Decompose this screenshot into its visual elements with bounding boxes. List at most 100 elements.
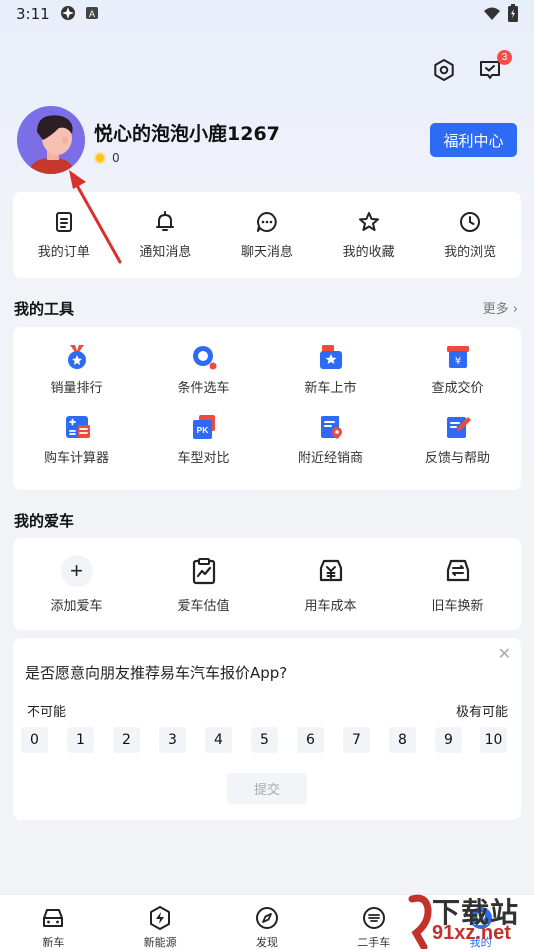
submit-button[interactable]: 提交: [227, 773, 307, 804]
wifi-icon: [483, 6, 501, 25]
my-cars-card: + 添加爱车 爱车估值 用车成本 旧车换新: [13, 538, 521, 630]
tools-section-title: 我的工具: [14, 300, 75, 318]
order-icon: [55, 212, 72, 232]
my-cars-section-title: 我的爱车: [14, 512, 75, 530]
calculator-icon: [65, 416, 90, 438]
plus-icon: +: [60, 554, 93, 587]
survey-card: ✕ 是否愿意向朋友推荐易车汽车报价App? 不可能 极有可能 0 1 2 3 4…: [13, 638, 521, 820]
status-bar: 3:11 A: [0, 0, 534, 28]
car-cost-button[interactable]: 用车成本: [267, 555, 394, 614]
quick-link-label: 我的收藏: [342, 245, 395, 260]
tool-nearby-dealers[interactable]: 附近经销商: [267, 413, 394, 483]
car-item-label: 添加爱车: [50, 598, 103, 614]
top-actions: 3: [426, 50, 516, 84]
svg-text:A: A: [89, 9, 95, 19]
add-car-button[interactable]: + 添加爱车: [13, 554, 140, 614]
rating-option[interactable]: 7: [343, 727, 370, 753]
clock-icon: [460, 212, 481, 232]
tools-more-link[interactable]: 更多 ›: [483, 298, 518, 317]
watermark-mark-icon: [408, 894, 432, 949]
car-item-label: 用车成本: [304, 598, 357, 614]
svg-text:PK: PK: [196, 425, 209, 435]
coin-balance[interactable]: 0: [94, 151, 120, 165]
watermark-logo: 下载站 91xz.net: [408, 891, 534, 950]
cost-icon: [319, 559, 342, 581]
car-icon: [43, 909, 64, 927]
search-icon: [192, 346, 216, 370]
nav-new-energy[interactable]: 新能源: [107, 895, 214, 950]
rating-option[interactable]: 4: [205, 727, 232, 753]
welfare-center-button[interactable]: 福利中心: [430, 123, 517, 157]
rating-option[interactable]: 6: [297, 727, 324, 753]
tool-label: 购车计算器: [43, 451, 109, 466]
car-trade-in-button[interactable]: 旧车换新: [394, 555, 521, 614]
quick-link-orders[interactable]: 我的订单: [13, 210, 115, 260]
nav-new-cars[interactable]: 新车: [0, 895, 107, 950]
medal-icon: [67, 345, 86, 369]
status-time: 3:11: [16, 5, 50, 23]
rating-option[interactable]: 10: [480, 727, 507, 753]
compare-icon: PK: [192, 415, 215, 439]
tool-model-compare[interactable]: PK 车型对比: [140, 413, 267, 483]
watermark-url: 91xz.net: [432, 922, 511, 944]
quick-link-label: 我的浏览: [444, 245, 497, 260]
energy-icon: [150, 906, 171, 930]
tool-sales-ranking[interactable]: 销量排行: [13, 343, 140, 413]
tool-label: 反馈与帮助: [424, 451, 490, 466]
notification-status-icon: A: [85, 5, 99, 24]
avatar[interactable]: [17, 106, 85, 174]
tool-label: 条件选车: [177, 381, 230, 396]
rating-option[interactable]: 8: [389, 727, 416, 753]
battery-icon: [508, 4, 518, 26]
tool-condition-search[interactable]: 条件选车: [140, 343, 267, 413]
settings-icon: [434, 59, 454, 81]
tool-label: 附近经销商: [297, 451, 363, 466]
price-icon: ¥: [446, 346, 469, 368]
tool-label: 销量排行: [50, 381, 103, 396]
car-item-label: 旧车换新: [431, 598, 484, 614]
car-item-label: 爱车估值: [177, 598, 230, 614]
quick-link-label: 聊天消息: [240, 245, 293, 260]
scale-low-label: 不可能: [27, 705, 67, 720]
app-status-icon: [60, 5, 76, 25]
close-icon[interactable]: ✕: [498, 644, 511, 664]
car-valuation-button[interactable]: 爱车估值: [140, 555, 267, 614]
rating-option[interactable]: 0: [21, 727, 48, 753]
svg-text:¥: ¥: [454, 356, 460, 367]
quick-links-card: 我的订单 通知消息 聊天消息 我的收藏 我的浏览: [13, 192, 521, 278]
quick-link-favorites[interactable]: 我的收藏: [318, 210, 420, 260]
settings-button[interactable]: [430, 56, 458, 84]
quick-link-history[interactable]: 我的浏览: [419, 210, 521, 260]
star-icon: [358, 212, 379, 231]
rating-option[interactable]: 3: [159, 727, 186, 753]
coin-icon: [94, 152, 106, 164]
tool-transaction-price[interactable]: ¥ 查成交价: [394, 343, 521, 413]
quick-link-notifications[interactable]: 通知消息: [115, 210, 217, 260]
scale-high-label: 极有可能: [455, 705, 508, 720]
notification-badge: 3: [497, 50, 512, 65]
valuation-icon: [192, 557, 215, 584]
tool-feedback-help[interactable]: 反馈与帮助: [394, 413, 521, 483]
quick-link-chat[interactable]: 聊天消息: [216, 210, 318, 260]
rating-option[interactable]: 9: [435, 727, 462, 753]
nav-discover[interactable]: 发现: [214, 895, 321, 950]
nav-label: 新车: [42, 936, 65, 949]
rating-option[interactable]: 2: [113, 727, 140, 753]
username[interactable]: 悦心的泡泡小鹿1267: [94, 119, 280, 146]
feedback-icon: [446, 417, 471, 438]
dealer-icon: [320, 416, 342, 439]
nav-label: 发现: [255, 936, 278, 949]
messages-button[interactable]: 3: [476, 50, 512, 84]
tool-new-car-launch[interactable]: 新车上市: [267, 343, 394, 413]
used-car-icon: [362, 907, 385, 929]
chat-icon: [256, 212, 277, 232]
new-car-icon: [319, 345, 342, 369]
compass-icon: [255, 907, 278, 929]
rating-option[interactable]: 5: [251, 727, 278, 753]
tool-calculator[interactable]: 购车计算器: [13, 413, 140, 483]
coin-count: 0: [112, 151, 120, 165]
tool-label: 新车上市: [304, 381, 357, 396]
rating-option[interactable]: 1: [67, 727, 94, 753]
survey-question: 是否愿意向朋友推荐易车汽车报价App?: [25, 664, 288, 682]
tool-label: 查成交价: [431, 381, 484, 396]
